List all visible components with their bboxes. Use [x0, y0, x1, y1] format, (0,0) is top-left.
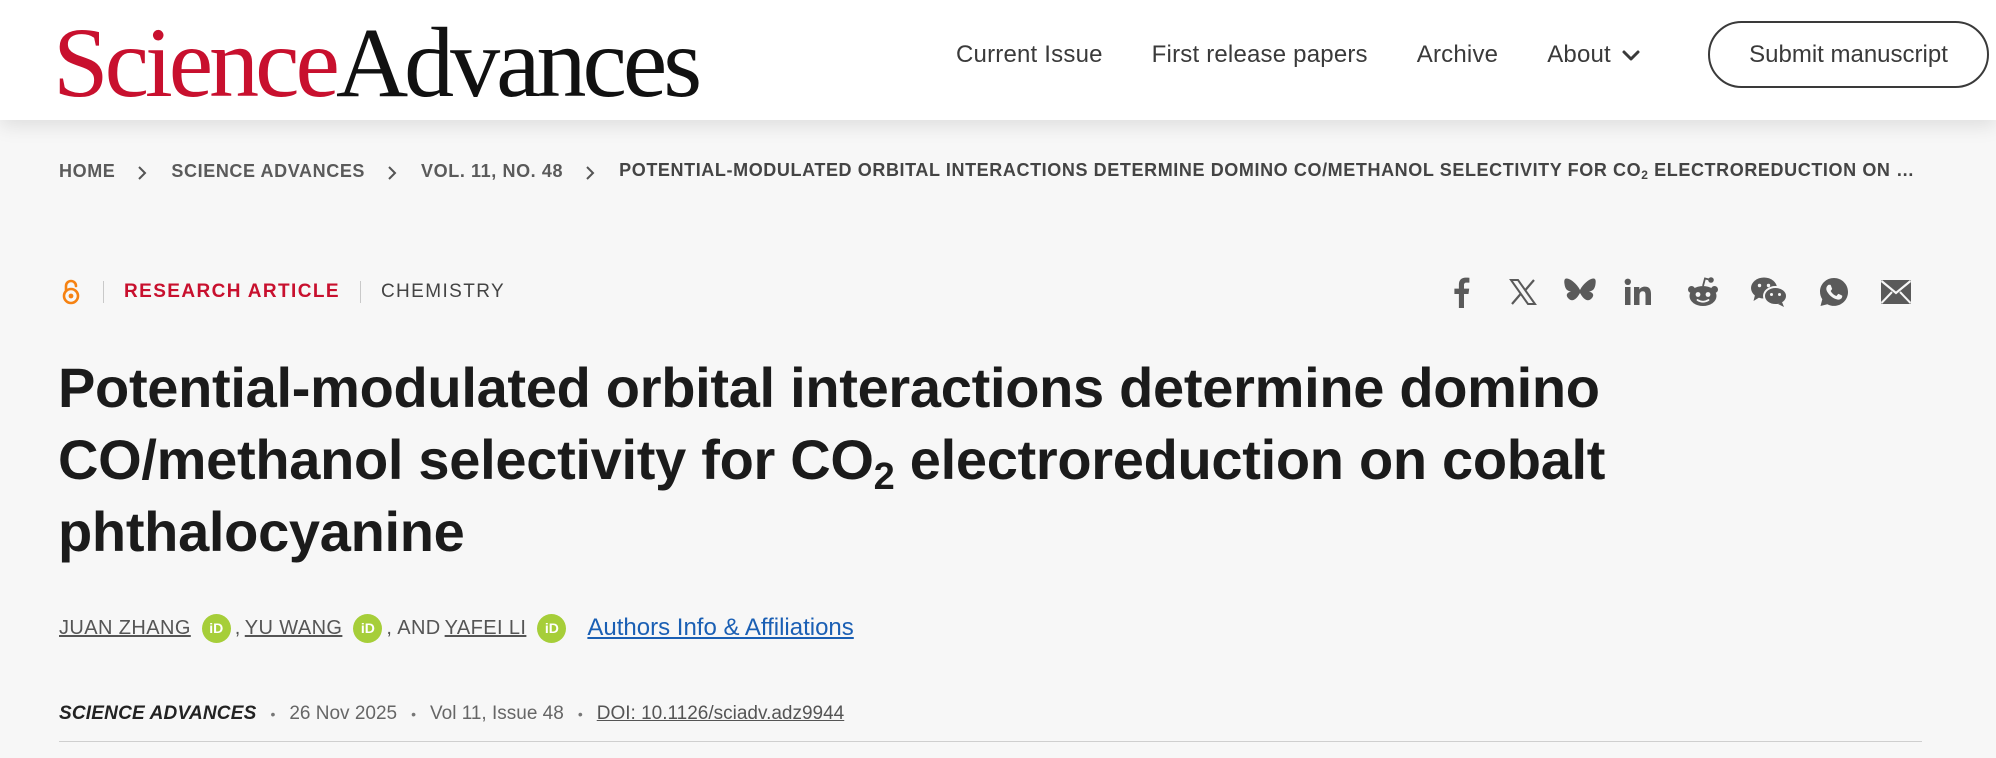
breadcrumb-current-suffix: ELECTROREDUCTION ON COBALT PHTHALOCYANIN…: [1654, 160, 1919, 180]
nav-about[interactable]: About: [1547, 41, 1641, 69]
x-icon[interactable]: [1503, 272, 1543, 312]
bullet-separator: •: [270, 706, 276, 722]
publication-date: 26 Nov 2025: [289, 703, 398, 724]
email-icon[interactable]: [1876, 272, 1916, 312]
article-meta-row: RESEARCH ARTICLE CHEMISTRY: [59, 276, 505, 308]
breadcrumb-science-advances[interactable]: SCIENCE ADVANCES: [171, 161, 365, 182]
logo-advances-text: Advances: [335, 7, 702, 118]
bullet-separator: •: [577, 706, 583, 722]
linkedin-icon[interactable]: [1618, 272, 1658, 312]
breadcrumb-volume[interactable]: VOL. 11, NO. 48: [421, 161, 563, 182]
whatsapp-icon[interactable]: [1814, 272, 1854, 312]
nav-about-label: About: [1547, 41, 1611, 68]
main-nav: Current Issue First release papers Archi…: [956, 0, 1690, 110]
nav-current-issue-label: Current Issue: [956, 41, 1103, 68]
open-access-icon: [59, 278, 83, 306]
title-subscript: 2: [873, 456, 895, 498]
bullet-separator: •: [411, 706, 417, 722]
chevron-right-icon: [135, 164, 149, 180]
nav-archive[interactable]: Archive: [1417, 41, 1498, 69]
wechat-icon[interactable]: [1749, 272, 1789, 312]
volume-issue[interactable]: Vol 11, Issue 48: [430, 703, 564, 725]
author-separator: , AND: [386, 616, 441, 639]
breadcrumb-home[interactable]: HOME: [59, 161, 115, 182]
divider: [359, 281, 361, 303]
nav-first-release-papers[interactable]: First release papers: [1152, 41, 1368, 69]
science-advances-logo[interactable]: Science Advances: [53, 7, 702, 118]
divider: [103, 281, 104, 303]
chevron-right-icon: [385, 164, 399, 180]
chevron-down-icon: [1621, 45, 1641, 65]
author-list: JUAN ZHANG iD , YU WANG iD , AND YAFEI L…: [59, 612, 854, 644]
author-name[interactable]: JUAN ZHANG: [59, 617, 191, 640]
author-name[interactable]: YAFEI LI: [445, 617, 527, 640]
author-separator: ,: [234, 616, 241, 639]
orcid-icon[interactable]: iD: [201, 613, 231, 643]
logo-science-text: Science: [53, 7, 340, 118]
submit-manuscript-button[interactable]: Submit manuscript: [1708, 21, 1989, 88]
journal-name[interactable]: SCIENCE ADVANCES: [59, 703, 256, 725]
reddit-icon[interactable]: [1683, 272, 1723, 312]
breadcrumb-current-article: POTENTIAL-MODULATED ORBITAL INTERACTIONS…: [619, 160, 1919, 182]
site-header: Science Advances Current Issue First rele…: [0, 0, 1996, 120]
article-type-label[interactable]: RESEARCH ARTICLE: [124, 281, 340, 303]
citation-line: SCIENCE ADVANCES • 26 Nov 2025 • Vol 11,…: [59, 700, 844, 728]
breadcrumb: HOME SCIENCE ADVANCES VOL. 11, NO. 48 PO…: [59, 156, 1919, 186]
bluesky-icon[interactable]: [1560, 272, 1600, 312]
author-name[interactable]: YU WANG: [245, 617, 343, 640]
breadcrumb-current-prefix: POTENTIAL-MODULATED ORBITAL INTERACTIONS…: [619, 160, 1642, 180]
breadcrumb-current-sub: 2: [1641, 168, 1649, 182]
doi-link[interactable]: DOI: 10.1126/sciadv.adz9944: [597, 703, 845, 725]
nav-archive-label: Archive: [1416, 41, 1499, 68]
nav-first-release-label: First release papers: [1151, 41, 1368, 68]
chevron-right-icon: [583, 164, 597, 180]
authors-info-affiliations-link[interactable]: Authors Info & Affiliations: [587, 614, 853, 642]
article-subject-label[interactable]: CHEMISTRY: [381, 281, 505, 303]
facebook-icon[interactable]: [1441, 272, 1481, 312]
article-title: Potential-modulated orbital interactions…: [58, 352, 1758, 568]
nav-current-issue[interactable]: Current Issue: [956, 41, 1103, 69]
orcid-icon[interactable]: iD: [353, 613, 383, 643]
orcid-icon[interactable]: iD: [537, 613, 567, 643]
divider: [59, 741, 1922, 742]
